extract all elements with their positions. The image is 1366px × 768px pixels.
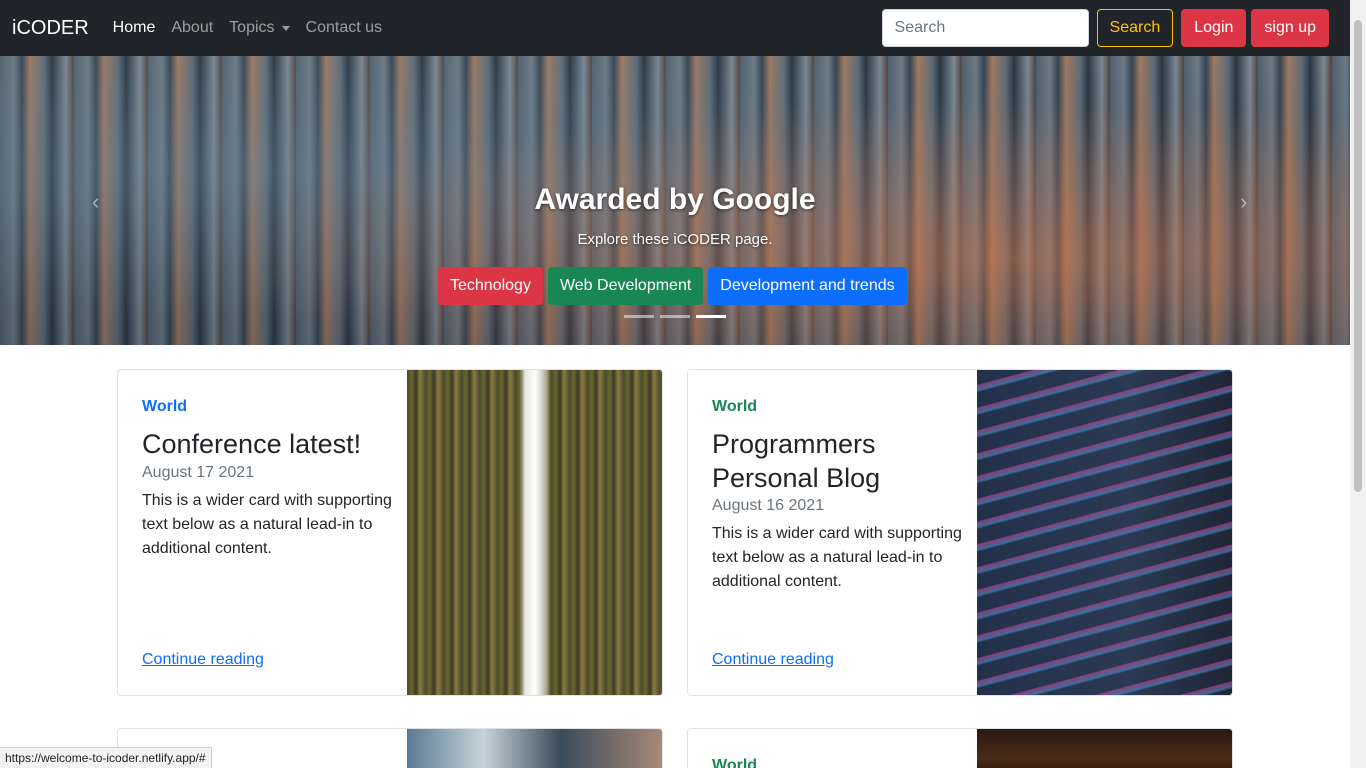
card-category: World [142,398,188,415]
waterfall-image [407,370,662,695]
card-date: August 16 2021 [712,497,825,514]
nav-about[interactable]: About [171,19,213,37]
card-category: World [712,398,758,415]
card-text: This is a wider card with supporting tex… [712,525,962,590]
card-date: August 17 2021 [142,464,255,481]
navbar: iCODER Home About Topics Contact us Sear… [0,0,1350,56]
hero-buttons: Technology Web Development Development a… [438,267,912,305]
card-title: Programmers Personal Blog [712,429,881,493]
scrollbar-thumb[interactable] [1354,20,1362,492]
status-bar-url: https://welcome-to-icoder.netlify.app/# [0,747,212,768]
navbar-actions: Search Login sign up [881,9,1329,47]
card-title: Conference latest! [142,429,362,459]
tech-image [407,729,662,768]
login-button[interactable]: Login [1181,9,1247,47]
search-button[interactable]: Search [1096,9,1174,47]
hero-title: Awarded by Google [534,183,816,216]
carousel-indicator-3[interactable] [696,315,726,318]
brand-logo[interactable]: iCODER [12,17,89,40]
nav-topics-label: Topics [229,19,275,36]
carousel-indicator-1[interactable] [624,315,654,318]
signup-button[interactable]: sign up [1251,9,1329,47]
caret-down-icon [281,25,290,31]
nav-contact[interactable]: Contact us [306,19,382,37]
web-development-button[interactable]: Web Development [547,267,704,305]
carousel-indicator-2[interactable] [660,315,690,318]
page-scrollbar[interactable] [1350,0,1366,768]
hero-carousel: ‹ › Awarded by Google Explore these iCOD… [0,56,1350,345]
article-card: World [687,728,1233,768]
continue-reading-link[interactable]: Continue reading [712,651,834,669]
hero-subtitle: Explore these iCODER page. [577,231,773,248]
article-card: World Conference latest! August 17 2021 … [117,369,663,696]
search-input[interactable] [881,9,1089,47]
card-category: World [712,757,758,768]
article-card: World Programmers Personal Blog August 1… [687,369,1233,696]
nav-topics-dropdown[interactable]: Topics [229,19,290,37]
technology-button[interactable]: Technology [438,267,543,305]
nav-home[interactable]: Home [113,19,156,37]
dark-image [977,729,1232,768]
card-text: This is a wider card with supporting tex… [142,492,392,557]
development-trends-button[interactable]: Development and trends [708,267,907,305]
code-screen-image [977,370,1232,695]
carousel-indicators [624,315,732,318]
continue-reading-link[interactable]: Continue reading [142,651,264,669]
